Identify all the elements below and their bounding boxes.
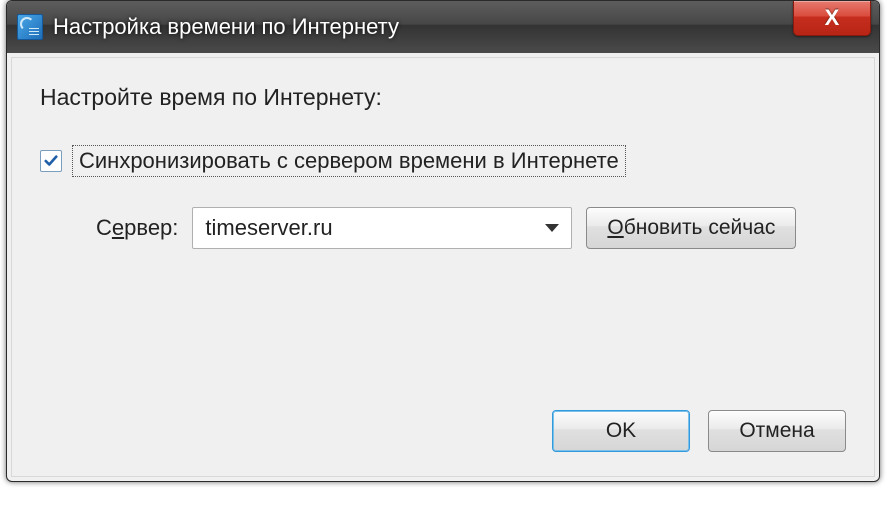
server-label-pre: С — [96, 215, 112, 240]
server-input[interactable] — [193, 208, 533, 248]
update-now-button[interactable]: Обновить сейчас — [586, 207, 796, 249]
dialog-actions: OK Отмена — [552, 410, 846, 452]
cancel-button[interactable]: Отмена — [708, 410, 846, 452]
dialog-body: Настройте время по Интернету: Синхронизи… — [11, 57, 875, 477]
close-button[interactable]: X — [793, 1, 871, 36]
dropdown-arrow-button[interactable] — [533, 208, 571, 248]
chevron-down-icon — [544, 223, 560, 233]
sync-checkbox-label[interactable]: Синхронизировать с сервером времени в Ин… — [72, 145, 626, 177]
update-btn-accel: О — [607, 216, 623, 240]
server-combobox[interactable] — [192, 207, 572, 249]
titlebar[interactable]: Настройка времени по Интернету X — [7, 1, 879, 53]
server-row: Сервер: Обновить сейчас — [96, 207, 846, 249]
server-label-accel: е — [112, 215, 124, 240]
window-title: Настройка времени по Интернету — [53, 14, 399, 40]
ok-button[interactable]: OK — [552, 410, 690, 452]
heading: Настройте время по Интернету: — [40, 84, 846, 111]
server-label-post: рвер: — [124, 215, 178, 240]
server-label: Сервер: — [96, 215, 178, 241]
datetime-icon — [17, 14, 43, 40]
checkmark-icon — [44, 154, 58, 168]
sync-checkbox[interactable] — [40, 150, 62, 172]
sync-checkbox-row: Синхронизировать с сервером времени в Ин… — [40, 145, 846, 177]
dialog-window: Настройка времени по Интернету X Настрой… — [6, 0, 880, 482]
close-icon: X — [825, 5, 840, 31]
update-btn-post: бновить сейчас — [624, 216, 776, 240]
